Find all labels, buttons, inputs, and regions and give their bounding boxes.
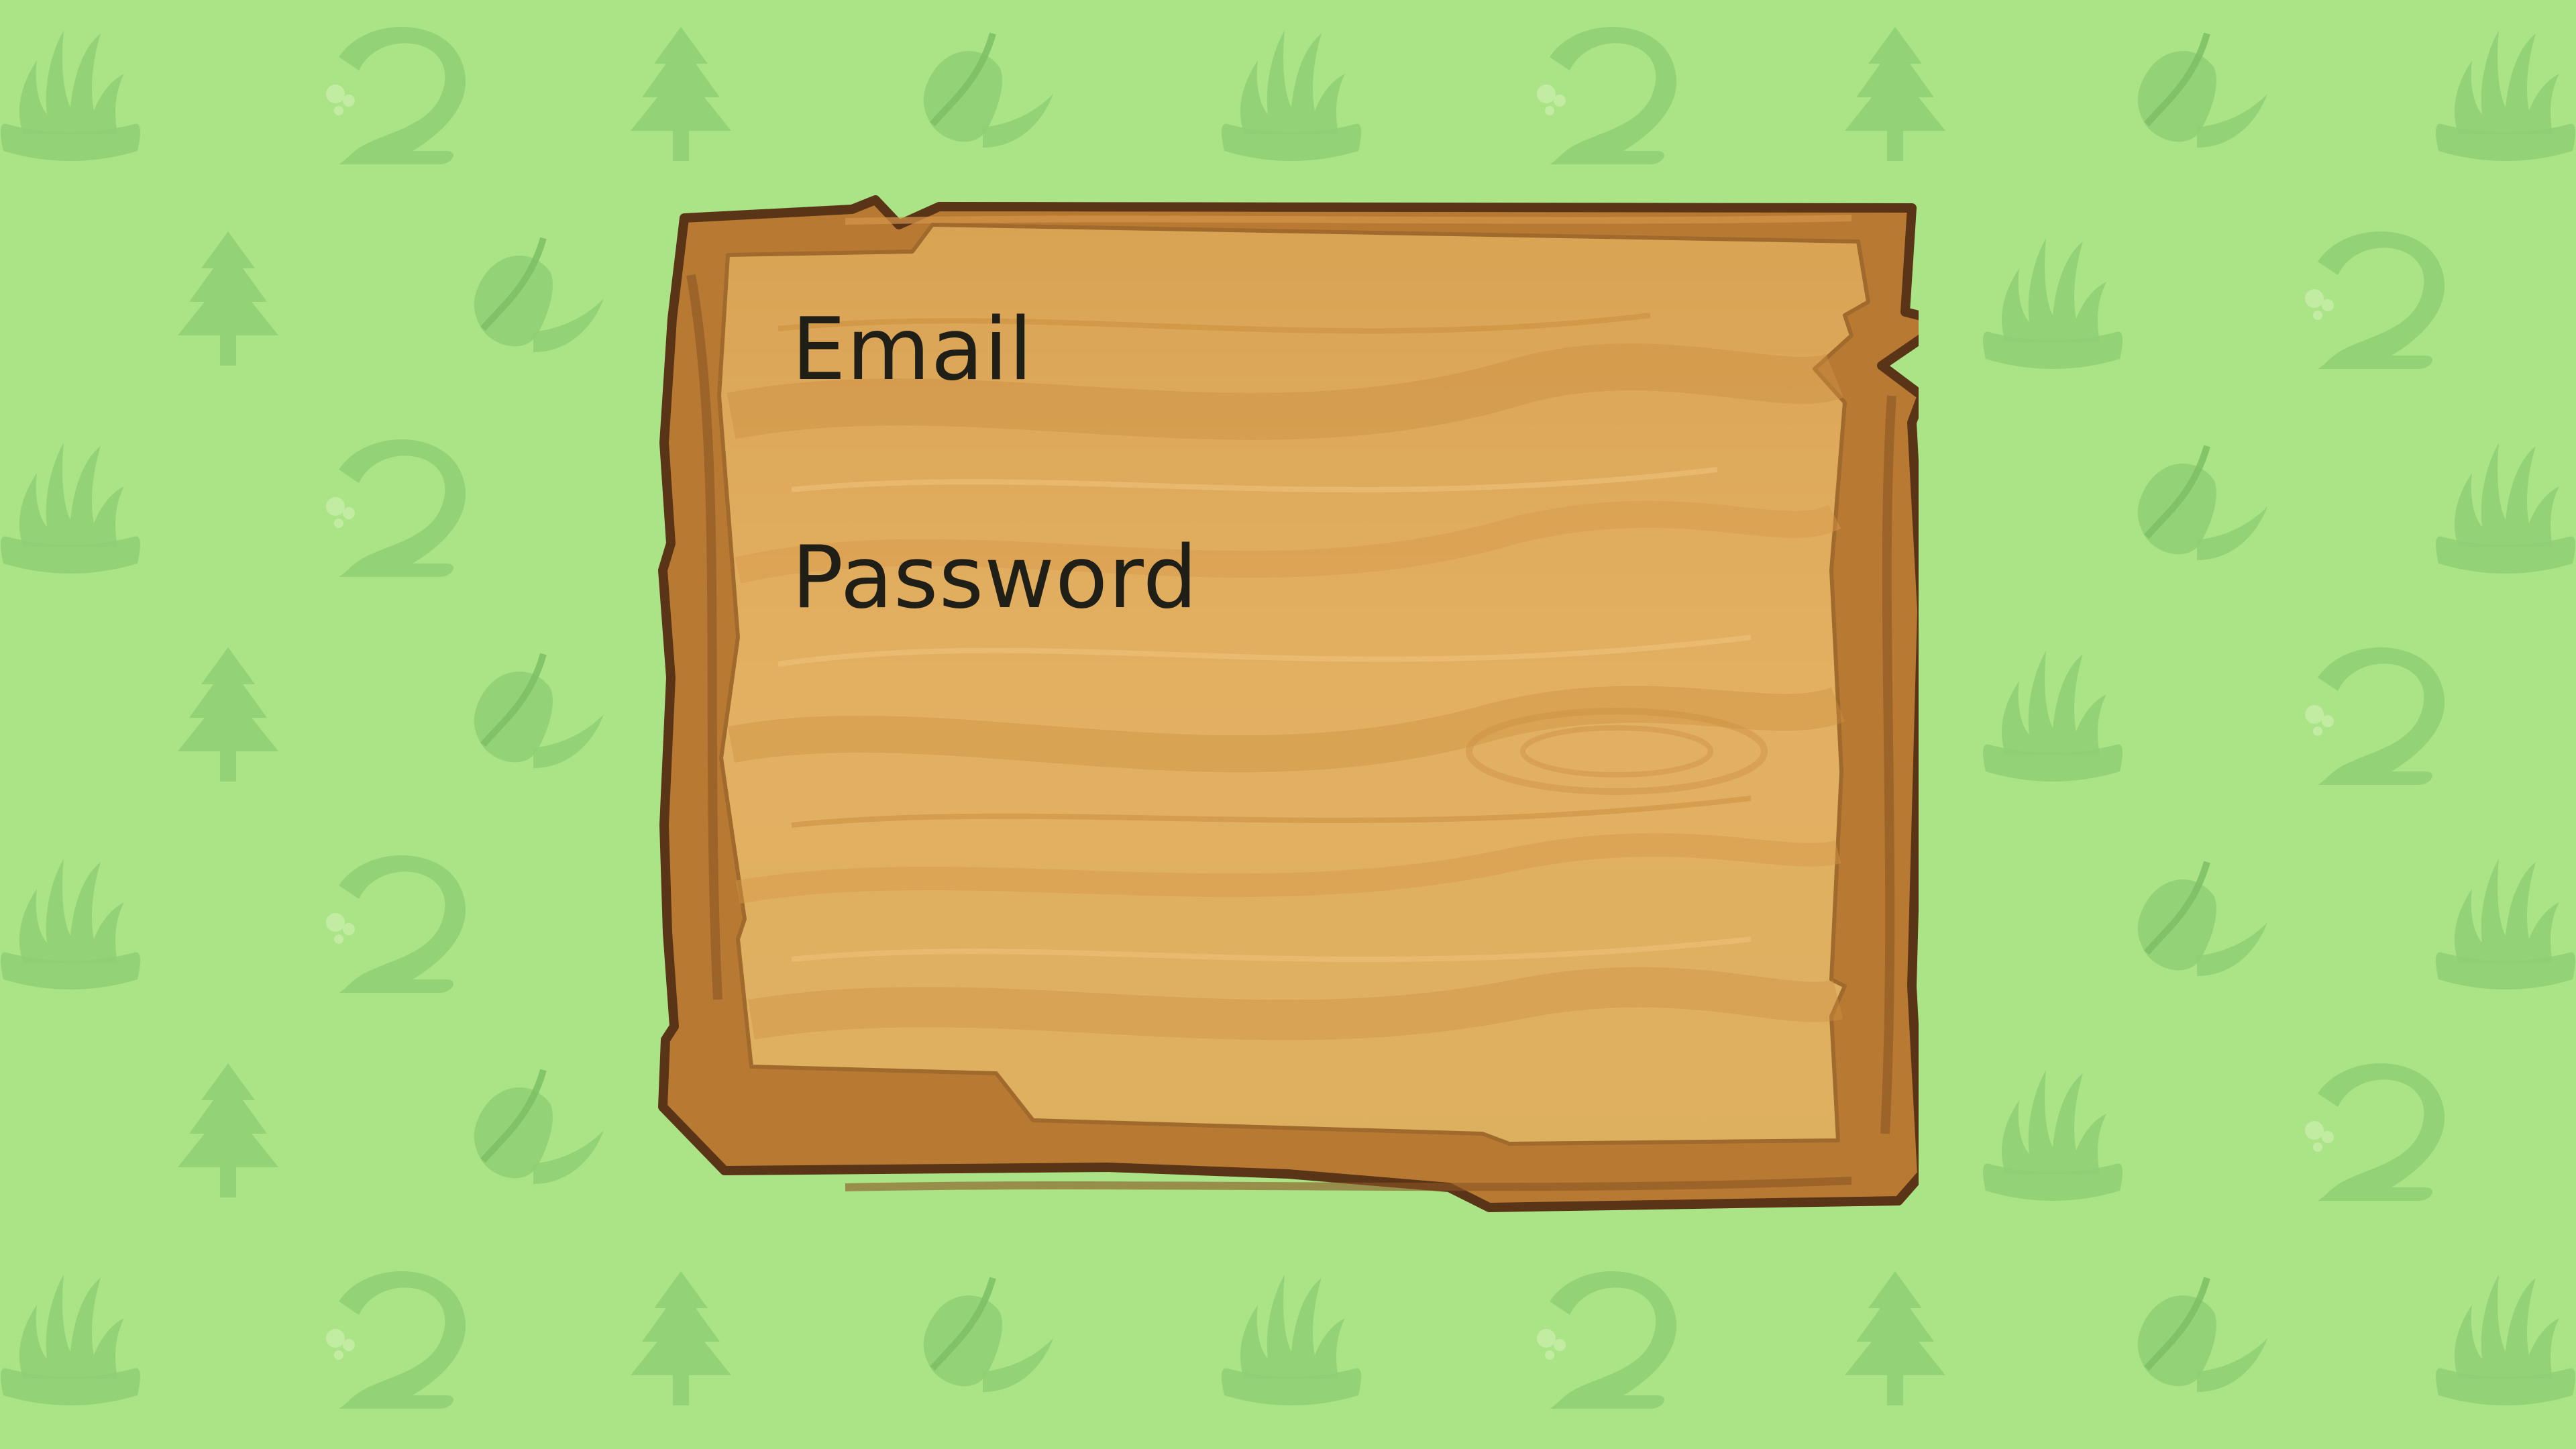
password-label: Password — [792, 528, 1198, 628]
login-board: Email Password — [644, 195, 1919, 1241]
email-label: Email — [792, 300, 1034, 400]
